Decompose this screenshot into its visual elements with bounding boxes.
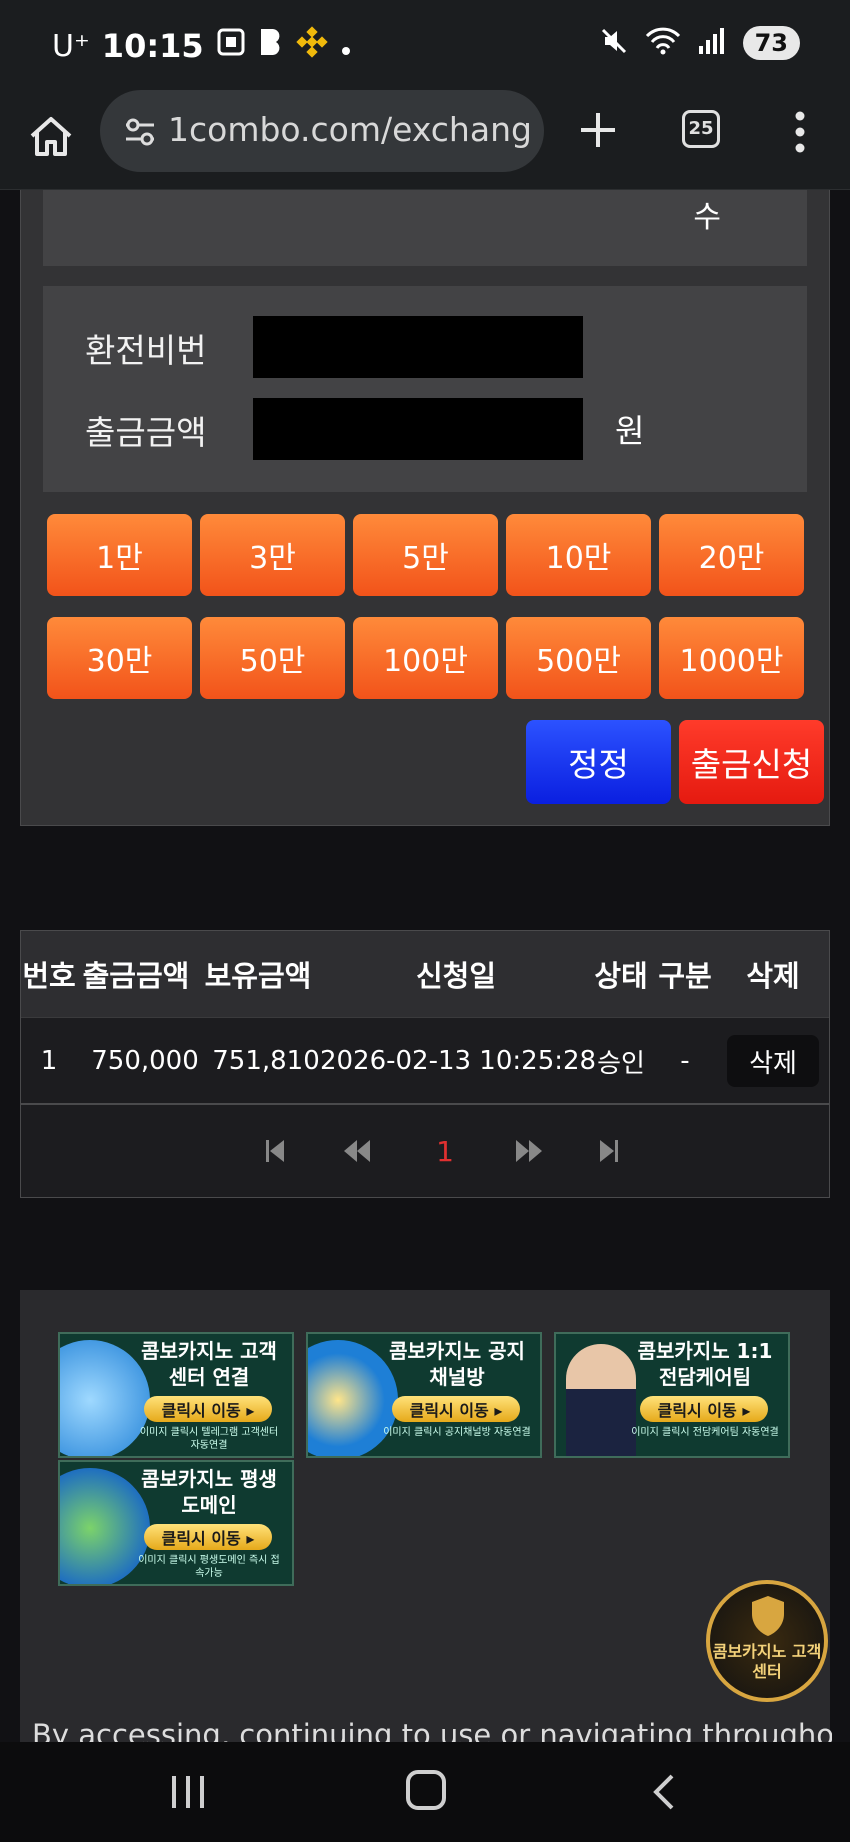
header-no: 번호 — [22, 959, 76, 993]
last-page-icon — [600, 1140, 618, 1162]
banner-cta: 클릭시 이동 ▸ — [144, 1524, 272, 1550]
pin-label: 환전비번 — [85, 331, 207, 370]
banner-sub: 이미지 클릭시 전담케어팀 자동연결 — [631, 1427, 779, 1438]
amount-button-3man[interactable]: 3만 — [200, 514, 345, 596]
back-button[interactable] — [648, 1772, 678, 1812]
home-nav-button[interactable] — [406, 1770, 446, 1810]
header-date: 신청일 — [415, 959, 497, 993]
home-icon — [30, 117, 72, 156]
withdraw-submit-button[interactable]: 출금신청 — [679, 720, 824, 804]
withdraw-panel: 수 환전비번 출금금액 원 1만 3만 5만 10만 20만 30만 50만 1… — [20, 190, 830, 826]
binance-icon — [295, 26, 328, 66]
reset-button[interactable]: 정정 — [526, 720, 671, 804]
banner-notice[interactable]: 콤보카지노 공지 채널방 클릭시 이동 ▸ 이미지 클릭시 공지채널방 자동연결 — [306, 1332, 542, 1458]
site-settings-icon[interactable] — [120, 112, 160, 152]
row-delete-cell: 삭제 — [723, 1018, 823, 1104]
next-page-button[interactable] — [507, 1127, 551, 1175]
mute-icon — [599, 26, 629, 60]
carrier-label: U⁺ — [52, 28, 90, 64]
banner-cta: 클릭시 이동 ▸ — [640, 1396, 768, 1422]
row-no: 1 — [40, 1046, 58, 1076]
amount-button-30man[interactable]: 30만 — [47, 617, 192, 699]
amount-button-20man[interactable]: 20만 — [659, 514, 804, 596]
customer-center-label: 콤보카지노 고객센터 — [712, 1642, 822, 1681]
status-bar: U⁺ 10:15 73 — [0, 0, 850, 90]
prev-page-button[interactable] — [335, 1127, 379, 1175]
banner-title: 콤보카지노 평생 도메인 — [141, 1467, 277, 1517]
banner-support[interactable]: 콤보카지노 고객센터 연결 클릭시 이동 ▸ 이미지 클릭시 텔레그램 고객센터… — [58, 1332, 294, 1458]
new-tab-button[interactable] — [578, 110, 618, 150]
row-balance: 751,810 — [212, 1046, 320, 1076]
page-number-current[interactable]: 1 — [425, 1127, 465, 1175]
header-balance: 보유금액 — [204, 959, 312, 993]
amount-button-1000man[interactable]: 1000만 — [659, 617, 804, 699]
amount-label: 출금금액 — [85, 413, 207, 452]
amount-button-5man[interactable]: 5만 — [353, 514, 498, 596]
header-status: 상태 — [594, 959, 648, 993]
recent-apps-button[interactable] — [168, 1774, 208, 1810]
banner-sub: 이미지 클릭시 평생도메인 즉시 접속가능 — [138, 1555, 280, 1579]
status-time: 10:15 — [101, 27, 204, 65]
battery-badge: 73 — [742, 26, 800, 60]
shield-icon — [752, 1596, 784, 1636]
withdraw-history-table: 번호 출금금액 보유금액 신청일 상태 구분 삭제 1 750,000 751,… — [20, 930, 830, 1104]
amount-button-1man[interactable]: 1만 — [47, 514, 192, 596]
banner-title: 콤보카지노 1:1 전담케어팀 — [637, 1339, 773, 1389]
banner-cta: 클릭시 이동 ▸ — [392, 1396, 520, 1422]
url-text[interactable]: 1combo.com/exchange.a — [168, 110, 532, 149]
table-header: 번호 출금금액 보유금액 신청일 상태 구분 삭제 — [21, 931, 829, 1017]
amount-input[interactable] — [253, 398, 583, 460]
wifi-icon — [645, 26, 681, 60]
page-content: 수 환전비번 출금금액 원 1만 3만 5만 10만 20만 30만 50만 1… — [0, 190, 850, 1742]
row-type: - — [680, 1046, 690, 1076]
agent-avatar-icon — [566, 1344, 636, 1456]
banner-title: 콤보카지노 공지 채널방 — [389, 1339, 525, 1389]
table-row: 1 750,000 751,810 2026-02-13 10:25:28 승인… — [21, 1017, 829, 1103]
system-nav-bar — [0, 1742, 850, 1842]
recent-apps-icon — [172, 1776, 204, 1808]
row-amount: 750,000 — [91, 1046, 199, 1076]
amount-button-10man[interactable]: 10만 — [506, 514, 651, 596]
banner-domain[interactable]: 콤보카지노 평생 도메인 클릭시 이동 ▸ 이미지 클릭시 평생도메인 즉시 접… — [58, 1460, 294, 1586]
withdraw-form: 환전비번 출금금액 원 — [43, 286, 807, 492]
screenshot-icon — [216, 27, 246, 65]
top-strip-text: 수 — [693, 200, 721, 235]
b-app-icon — [258, 27, 284, 65]
browser-menu-button[interactable] — [790, 110, 810, 154]
banner-cta: 클릭시 이동 ▸ — [144, 1396, 272, 1422]
banner-sub: 이미지 클릭시 공지채널방 자동연결 — [383, 1427, 531, 1438]
last-page-button[interactable] — [589, 1127, 629, 1175]
kebab-menu-icon — [795, 111, 805, 153]
row-status: 승인 — [597, 1048, 645, 1079]
tab-switcher-button[interactable]: 25 — [682, 110, 720, 148]
first-page-button[interactable] — [255, 1127, 295, 1175]
banner-sub: 이미지 클릭시 텔레그램 고객센터 자동연결 — [139, 1427, 279, 1451]
signal-icon — [697, 26, 727, 60]
plus-icon — [581, 113, 615, 147]
amount-button-50man[interactable]: 50만 — [200, 617, 345, 699]
delete-button[interactable]: 삭제 — [727, 1035, 819, 1087]
browser-toolbar: 1combo.com/exchange.a 25 — [0, 90, 850, 190]
banner-care-team[interactable]: 콤보카지노 1:1 전담케어팀 클릭시 이동 ▸ 이미지 클릭시 전담케어팀 자… — [554, 1332, 790, 1458]
pin-input[interactable] — [253, 316, 583, 378]
amount-button-100man[interactable]: 100만 — [353, 617, 498, 699]
row-date: 2026-02-13 10:25:28 — [319, 1046, 597, 1076]
footer: 콤보카지노 고객센터 연결 클릭시 이동 ▸ 이미지 클릭시 텔레그램 고객센터… — [20, 1290, 830, 1742]
banner-title: 콤보카지노 고객센터 연결 — [141, 1339, 277, 1389]
pagination: 1 — [20, 1104, 830, 1198]
home-button[interactable] — [26, 112, 76, 162]
won-unit: 원 — [615, 412, 645, 450]
header-amount: 출금금액 — [82, 959, 190, 993]
back-icon — [653, 1774, 674, 1810]
address-bar[interactable]: 1combo.com/exchange.a — [100, 90, 544, 172]
customer-center-badge[interactable]: 콤보카지노 고객센터 — [706, 1580, 828, 1702]
amount-button-500man[interactable]: 500만 — [506, 617, 651, 699]
header-delete: 삭제 — [746, 959, 800, 993]
header-type: 구분 — [658, 959, 712, 993]
fast-forward-icon — [516, 1140, 542, 1162]
rewind-icon — [344, 1140, 370, 1162]
panel-top-strip: 수 — [43, 190, 807, 266]
dot-icon — [340, 27, 352, 65]
first-page-icon — [266, 1140, 284, 1162]
